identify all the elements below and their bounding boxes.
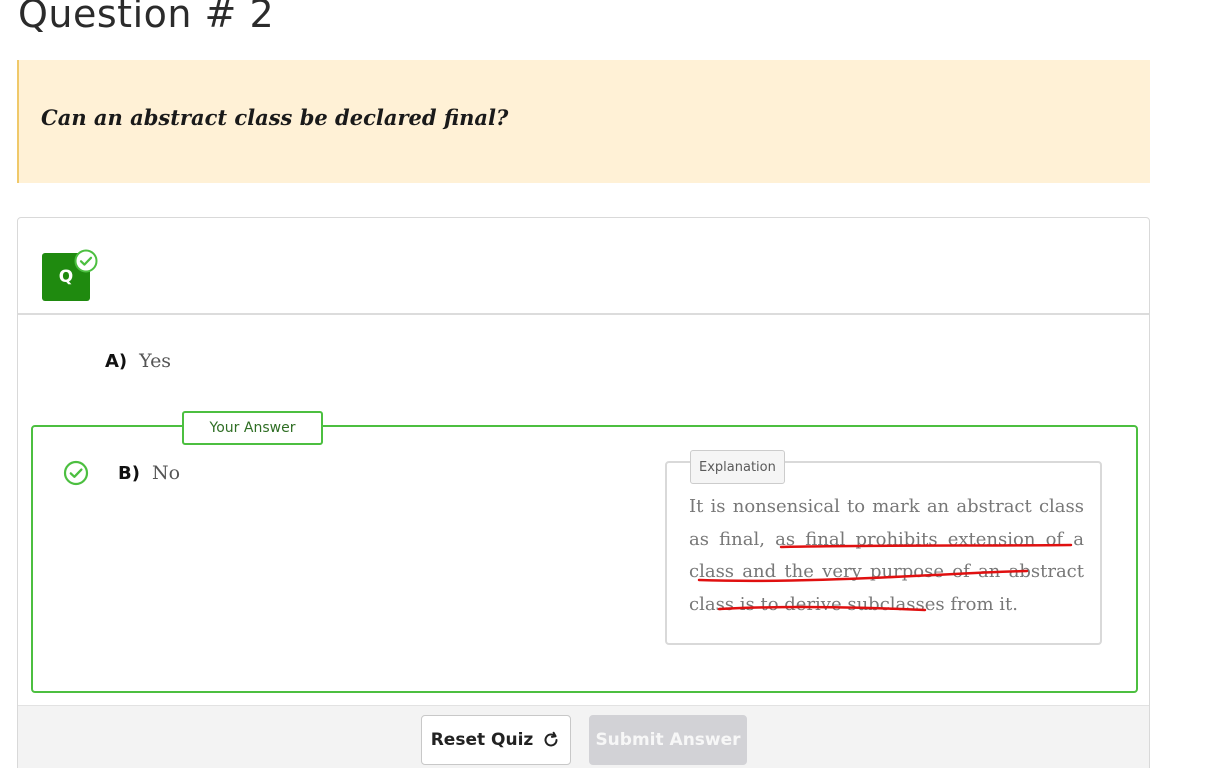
question-prompt-box: Can an abstract class be declared final?	[17, 60, 1150, 183]
reset-quiz-button[interactable]: Reset Quiz	[421, 715, 571, 765]
your-answer-tag: Your Answer	[182, 411, 323, 445]
explanation-text: It is nonsensical to mark an abstract cl…	[689, 496, 1084, 615]
refresh-icon	[544, 731, 558, 747]
option-a[interactable]: A) Yes	[105, 350, 171, 372]
option-b[interactable]: B) No	[118, 462, 180, 484]
explanation-box: Explanation It is nonsensical to mark an…	[665, 450, 1102, 645]
question-badge-label: Q	[58, 267, 74, 287]
option-a-text: Yes	[139, 350, 172, 372]
quiz-page: Question # 2 Can an abstract class be de…	[0, 0, 1212, 768]
question-prompt: Can an abstract class be declared final?	[41, 105, 509, 130]
option-b-text: No	[151, 462, 181, 484]
card-header: Q	[18, 218, 1149, 315]
question-heading: Question # 2	[18, 0, 275, 36]
check-circle-icon	[74, 249, 98, 273]
reset-quiz-label: Reset Quiz	[430, 730, 534, 750]
explanation-tag: Explanation	[690, 450, 785, 484]
submit-answer-button[interactable]: Submit Answer	[589, 715, 747, 765]
selected-answer-box: Your Answer B) No Explanation It is nons…	[31, 411, 1138, 693]
quiz-card: Q A) Yes Your Answer B) No Explanation I…	[17, 217, 1150, 768]
option-a-letter: A)	[105, 350, 128, 372]
check-circle-icon	[63, 460, 89, 486]
card-footer: Reset Quiz Submit Answer	[18, 705, 1149, 768]
option-b-letter: B)	[118, 462, 140, 484]
